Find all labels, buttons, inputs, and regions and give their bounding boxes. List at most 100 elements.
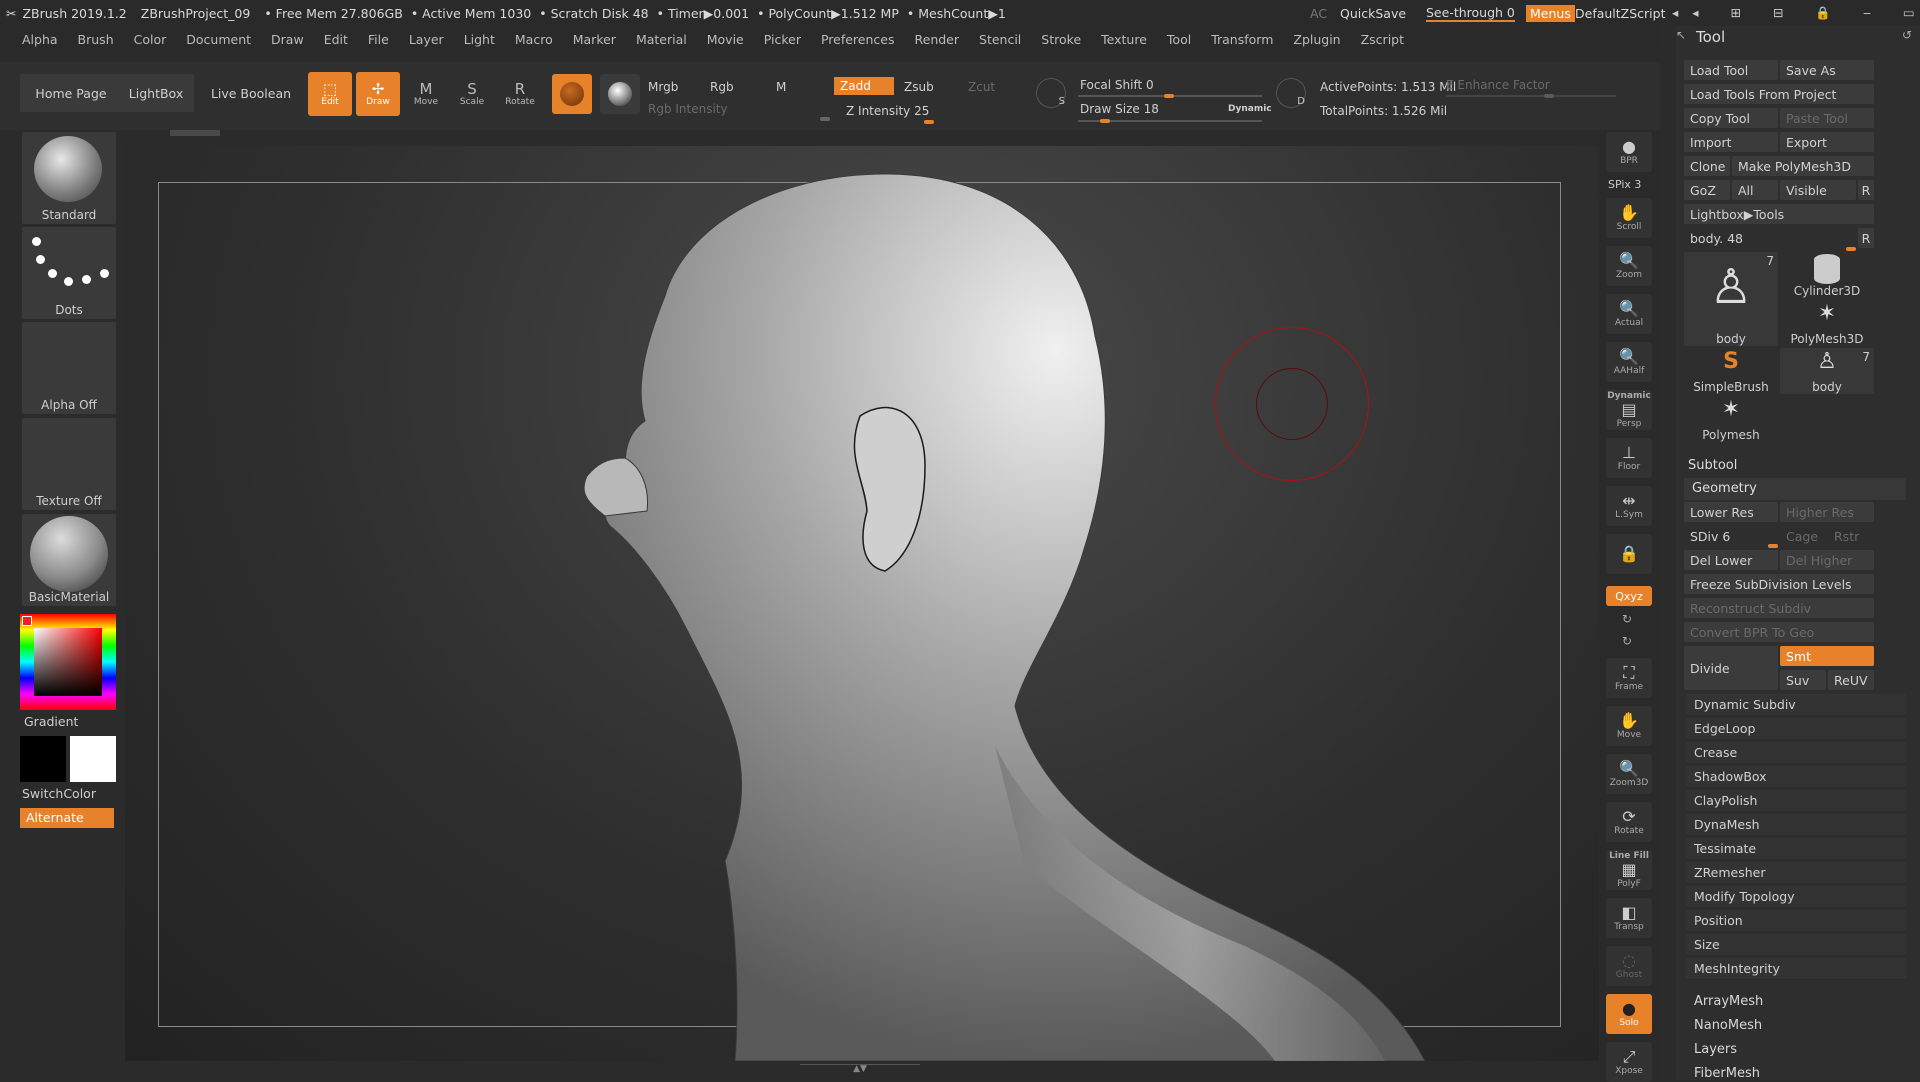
draw-size-knob[interactable] <box>1100 119 1110 123</box>
zadd-button[interactable]: Zadd <box>834 77 894 95</box>
subtool-section-header[interactable]: Subtool <box>1688 458 1737 473</box>
window-control-icons[interactable]: ◂◂ ⊞ ⊟ 🔒 ‒ ▭ ✕ <box>1672 5 1920 21</box>
dynamesh-item[interactable]: DynaMesh <box>1686 814 1906 836</box>
make-polymesh3d-button[interactable]: Make PolyMesh3D <box>1732 156 1874 176</box>
tool-tile-body[interactable]: ♙ body 7 <box>1684 252 1778 346</box>
xpose-button[interactable]: ⤢ Xpose <box>1606 1042 1652 1082</box>
solo-button[interactable]: ● Solo <box>1606 994 1652 1034</box>
sdiv-slider[interactable]: SDiv 6 <box>1684 526 1778 546</box>
floor-button[interactable]: ⊥ Floor <box>1606 438 1652 478</box>
enhance-factor-knob[interactable] <box>1544 94 1554 98</box>
menu-layer[interactable]: Layer <box>399 32 454 47</box>
menu-alpha[interactable]: Alpha <box>0 32 68 47</box>
rgb-intensity-slider[interactable]: Rgb Intensity <box>642 100 832 118</box>
menu-color[interactable]: Color <box>124 32 177 47</box>
freeze-subdivision-button[interactable]: Freeze SubDivision Levels <box>1684 574 1874 594</box>
fibermesh-section-header[interactable]: FiberMesh <box>1694 1066 1760 1081</box>
menu-macro[interactable]: Macro <box>505 32 563 47</box>
alternate-button[interactable]: Alternate <box>20 808 114 828</box>
persp-button[interactable]: Dynamic ▤ Persp <box>1606 390 1652 430</box>
smt-toggle[interactable]: Smt <box>1780 646 1874 666</box>
size-item[interactable]: Size <box>1686 934 1906 956</box>
tessimate-item[interactable]: Tessimate <box>1686 838 1906 860</box>
tool-tile-simplebrush[interactable]: S SimpleBrush <box>1684 348 1778 394</box>
menu-movie[interactable]: Movie <box>697 32 754 47</box>
crease-item[interactable]: Crease <box>1686 742 1906 764</box>
tool-tile-polymesh3d[interactable]: ✶ PolyMesh3D <box>1780 300 1874 346</box>
color-picker-square[interactable] <box>34 628 102 696</box>
copy-tool-button[interactable]: Copy Tool <box>1684 108 1778 128</box>
lazy-mouse-s-icon[interactable]: S <box>1036 78 1066 108</box>
gradient-label[interactable]: Gradient <box>24 714 78 729</box>
cage-button[interactable]: Cage <box>1780 526 1826 546</box>
lightbox-tools-button[interactable]: Lightbox▶Tools <box>1684 204 1874 224</box>
menu-edit[interactable]: Edit <box>314 32 358 47</box>
position-item[interactable]: Position <box>1686 910 1906 932</box>
load-tool-button[interactable]: Load Tool <box>1684 60 1778 80</box>
menu-stroke[interactable]: Stroke <box>1031 32 1091 47</box>
lightbox-button[interactable]: LightBox <box>118 74 194 112</box>
save-as-button[interactable]: Save As <box>1780 60 1874 80</box>
tool-tile-cylinder3d[interactable]: Cylinder3D <box>1780 252 1874 298</box>
draw-size-slider[interactable]: Draw Size 18 <box>1074 100 1204 118</box>
edit-mode-button[interactable]: ⬚ Edit <box>308 72 352 116</box>
switch-color-button[interactable]: SwitchColor <box>22 786 96 801</box>
menu-marker[interactable]: Marker <box>563 32 626 47</box>
aahalf-button[interactable]: 🔍 AAHalf <box>1606 342 1652 382</box>
palette-pin-icon[interactable]: ↖ <box>1676 28 1686 42</box>
tool-tile-polymesh[interactable]: ✶ Polymesh <box>1684 396 1778 442</box>
zsub-button[interactable]: Zsub <box>898 78 958 96</box>
rotate-y-icon[interactable]: ↻ <box>1622 612 1632 626</box>
stroke-selector[interactable]: Dots <box>22 227 116 319</box>
goz-all-button[interactable]: All <box>1732 180 1778 200</box>
meshintegrity-item[interactable]: MeshIntegrity <box>1686 958 1906 980</box>
claypolish-item[interactable]: ClayPolish <box>1686 790 1906 812</box>
zremesher-item[interactable]: ZRemesher <box>1686 862 1906 884</box>
export-button[interactable]: Export <box>1780 132 1874 152</box>
focal-shift-knob[interactable] <box>1164 94 1174 98</box>
enhance-factor-slider[interactable]: E Enhance Factor <box>1440 76 1620 94</box>
rstr-button[interactable]: Rstr <box>1828 526 1874 546</box>
tool-slider[interactable]: body. 48 <box>1684 228 1856 248</box>
material-selector[interactable]: BasicMaterial <box>22 514 116 606</box>
modify-topology-item[interactable]: Modify Topology <box>1686 886 1906 908</box>
xyz-rotate-button[interactable]: Qxyz <box>1606 586 1652 606</box>
paste-tool-button[interactable]: Paste Tool <box>1780 108 1874 128</box>
move-mode-button[interactable]: M Move <box>404 72 448 116</box>
lower-res-button[interactable]: Lower Res <box>1684 502 1778 522</box>
zoom-button[interactable]: 🔍 Zoom <box>1606 246 1652 286</box>
color-picker[interactable] <box>20 614 116 710</box>
canvas-viewport[interactable] <box>125 146 1599 1061</box>
goz-button[interactable]: GoZ <box>1684 180 1730 200</box>
move-view-button[interactable]: ✋ Move <box>1606 706 1652 746</box>
reuv-toggle[interactable]: ReUV <box>1828 670 1874 690</box>
scroll-button[interactable]: ✋ Scroll <box>1606 198 1652 238</box>
sdiv-knob[interactable] <box>1768 544 1778 548</box>
menu-document[interactable]: Document <box>176 32 261 47</box>
menu-file[interactable]: File <box>358 32 399 47</box>
rgb-intensity-knob[interactable] <box>820 117 830 121</box>
menu-preferences[interactable]: Preferences <box>811 32 905 47</box>
menus-button[interactable]: Menus <box>1526 4 1575 22</box>
actual-button[interactable]: 🔍 Actual <box>1606 294 1652 334</box>
menu-zplugin[interactable]: Zplugin <box>1283 32 1350 47</box>
geometry-section-header[interactable]: Geometry <box>1684 478 1906 500</box>
lazy-mouse-d-icon[interactable]: D <box>1276 78 1306 108</box>
menu-light[interactable]: Light <box>454 32 505 47</box>
rotate-view-button[interactable]: ⟳ Rotate <box>1606 802 1652 842</box>
viewport-scrollbar[interactable] <box>170 130 220 136</box>
del-lower-button[interactable]: Del Lower <box>1684 550 1778 570</box>
tool-tile-body-small[interactable]: ♙ body 7 <box>1780 348 1874 394</box>
live-boolean-button[interactable]: Live Boolean <box>206 74 296 112</box>
default-zscript-button[interactable]: DefaultZScript <box>1575 6 1666 21</box>
import-button[interactable]: Import <box>1684 132 1778 152</box>
frame-button[interactable]: ⛶ Frame <box>1606 658 1652 698</box>
see-through-slider[interactable]: See-through 0 <box>1426 5 1515 22</box>
menu-zscript[interactable]: Zscript <box>1351 32 1414 47</box>
material-swatch-button[interactable] <box>552 74 592 114</box>
transp-button[interactable]: ◧ Transp <box>1606 898 1652 938</box>
polyf-button[interactable]: Line Fill ▦ PolyF <box>1606 850 1652 890</box>
mrgb-button[interactable]: Mrgb <box>642 78 702 96</box>
texture-selector[interactable]: Texture Off <box>22 418 116 510</box>
zoom3d-button[interactable]: 🔍 Zoom3D <box>1606 754 1652 794</box>
